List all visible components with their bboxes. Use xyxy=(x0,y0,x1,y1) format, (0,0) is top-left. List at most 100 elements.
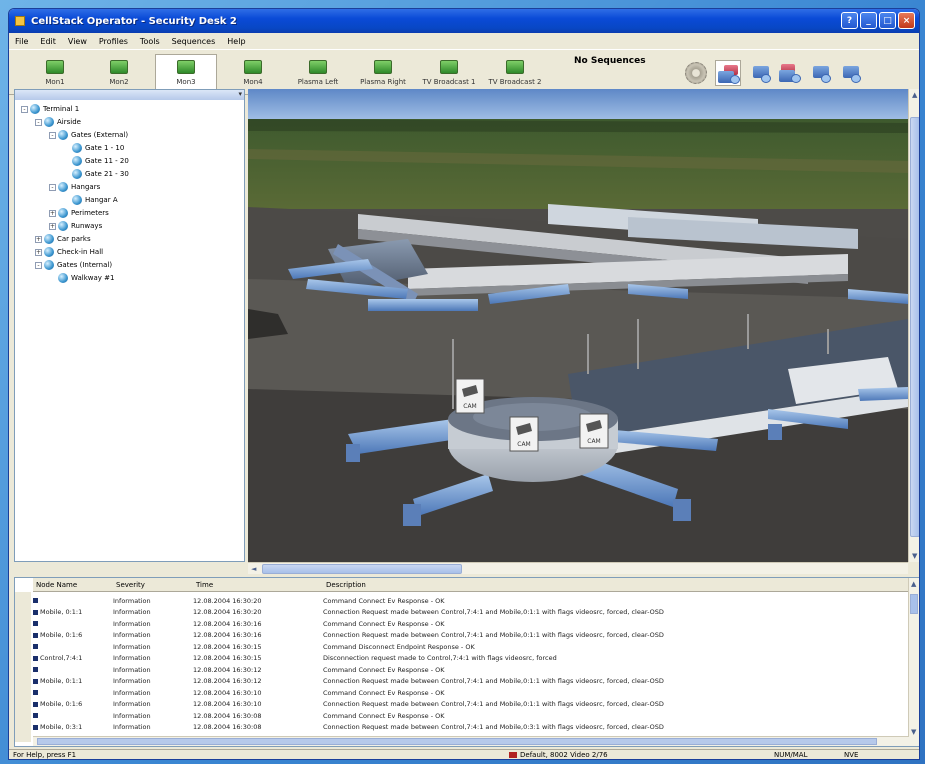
expand-icon[interactable]: + xyxy=(35,248,42,256)
log-row[interactable]: Mobile, 0:3:1 Information 12.08.2004 16:30… xyxy=(33,722,913,733)
monitor-button-mon4[interactable]: Mon4 xyxy=(223,54,283,92)
collapse-icon[interactable]: - xyxy=(35,261,42,269)
monitor-button-plasma-right[interactable]: Plasma Right xyxy=(351,54,415,92)
scroll-left-arrow-icon[interactable]: ◄ xyxy=(251,565,256,573)
tree-node[interactable]: + Perimeters xyxy=(49,208,109,218)
log-row[interactable]: Information 12.08.2004 16:30:10 Command Co… xyxy=(33,687,913,698)
column-header-node[interactable]: Node Name xyxy=(33,581,113,589)
log-row[interactable]: Mobile, 0:1:1 Information 12.08.2004 16:30… xyxy=(33,676,913,687)
camera-marker-2[interactable]: CAM xyxy=(509,416,539,452)
expand-icon[interactable]: + xyxy=(49,209,56,217)
column-header-time[interactable]: Time xyxy=(193,581,323,589)
title-bar[interactable]: CellStack Operator - Security Desk 2 ? _… xyxy=(9,9,919,33)
log-entry-icon xyxy=(33,701,38,707)
tree-node[interactable]: Gate 1 - 10 xyxy=(63,143,124,153)
menu-profiles[interactable]: Profiles xyxy=(99,37,128,46)
log-node xyxy=(33,644,113,649)
monitor-button-tv-broadcast-1[interactable]: TV Broadcast 1 xyxy=(417,54,481,92)
log-description: Command Connect Ev Response - OK xyxy=(323,711,445,720)
tree-node[interactable]: - Gates (External) xyxy=(49,130,128,140)
tree-node-label: Check-in Hall xyxy=(57,248,104,256)
tree-node-label: Airside xyxy=(57,118,81,126)
tree-node[interactable]: Gate 11 - 20 xyxy=(63,156,129,166)
tree-node[interactable]: + Car parks xyxy=(35,234,91,244)
camera-marker-3[interactable]: CAM xyxy=(579,413,609,449)
column-header-severity[interactable]: Severity xyxy=(113,581,193,589)
log-description: Connection Request made between Control,… xyxy=(323,631,664,639)
monitor-icon xyxy=(440,60,458,74)
collapse-icon[interactable]: - xyxy=(49,183,56,191)
menu-help[interactable]: Help xyxy=(227,37,245,46)
log-description: Disconnection request made to Control,7:… xyxy=(323,654,557,662)
log-row[interactable]: Mobile, 0:1:1 Information 12.08.2004 16:30… xyxy=(33,607,913,618)
log-row[interactable]: Mobile, 0:1:6 Information 12.08.2004 16:30… xyxy=(33,699,913,710)
log-row[interactable]: Information 12.08.2004 16:30:20 Command Co… xyxy=(33,595,913,606)
camera-marker-1[interactable]: CAM xyxy=(455,378,485,414)
column-header-description[interactable]: Description xyxy=(323,581,913,589)
airport-3d-view[interactable]: CAM CAM CAM xyxy=(248,89,908,562)
log-row[interactable]: Information 12.08.2004 16:30:16 Command Co… xyxy=(33,618,913,629)
menu-view[interactable]: View xyxy=(68,37,87,46)
log-node-text: Mobile, 0:1:6 xyxy=(40,700,83,708)
camera-tool-5-icon[interactable] xyxy=(837,60,863,86)
close-button[interactable]: × xyxy=(898,12,915,29)
view-horizontal-scrollbar[interactable]: ◄ xyxy=(248,562,908,574)
log-row[interactable]: Control,7:4:1 Information 12.08.2004 16:30… xyxy=(33,653,913,664)
camera-tool-1-icon[interactable] xyxy=(715,60,741,86)
view-vertical-scrollbar[interactable]: ▲ ▼ xyxy=(908,89,919,562)
tree-node[interactable]: + Check-in Hall xyxy=(35,247,103,257)
tree-node[interactable]: - Terminal 1 xyxy=(21,104,79,114)
monitor-button-mon3[interactable]: Mon3 xyxy=(155,54,217,92)
scroll-up-arrow-icon[interactable]: ▲ xyxy=(911,580,916,588)
tree-dropdown-icon[interactable]: ▾ xyxy=(238,90,242,98)
airport-3d-scene: CAM CAM CAM xyxy=(248,89,908,562)
scroll-thumb[interactable] xyxy=(37,738,877,745)
tree-node[interactable]: Walkway #1 xyxy=(49,273,114,283)
maximize-button[interactable]: □ xyxy=(879,12,896,29)
expand-icon[interactable]: + xyxy=(49,222,56,230)
minimize-button[interactable]: _ xyxy=(860,12,877,29)
scroll-thumb[interactable] xyxy=(910,594,918,614)
status-help-text: For Help, press F1 xyxy=(13,751,77,759)
log-description: Command Disconnect Endpoint Response - O… xyxy=(323,642,475,651)
help-button[interactable]: ? xyxy=(841,12,858,29)
tree-node[interactable]: Gate 21 - 30 xyxy=(63,169,129,179)
tree-node[interactable]: Hangar A xyxy=(63,195,118,205)
log-row[interactable]: Information 12.08.2004 16:30:08 Command Co… xyxy=(33,710,913,721)
tree-node[interactable]: - Hangars xyxy=(49,182,100,192)
log-vertical-scrollbar[interactable]: ▲ ▼ xyxy=(908,578,919,746)
log-side-strip xyxy=(15,592,31,742)
scroll-thumb[interactable] xyxy=(910,117,919,537)
menu-tools[interactable]: Tools xyxy=(140,37,160,46)
collapse-icon[interactable]: - xyxy=(35,118,42,126)
camera-tool-3-icon[interactable] xyxy=(777,60,803,86)
monitor-button-mon1[interactable]: Mon1 xyxy=(27,54,83,92)
monitor-button-plasma-left[interactable]: Plasma Left xyxy=(287,54,349,92)
scroll-down-arrow-icon[interactable]: ▼ xyxy=(911,728,916,736)
menu-file[interactable]: File xyxy=(15,37,28,46)
log-row[interactable]: Mobile, 0:1:6 Information 12.08.2004 16:30… xyxy=(33,630,913,641)
menu-edit[interactable]: Edit xyxy=(40,37,56,46)
expand-icon[interactable]: + xyxy=(35,235,42,243)
menu-sequences[interactable]: Sequences xyxy=(172,37,216,46)
log-horizontal-scrollbar[interactable] xyxy=(33,736,909,746)
log-row[interactable]: Information 12.08.2004 16:30:12 Command Co… xyxy=(33,664,913,675)
camera-tool-4-icon[interactable] xyxy=(807,60,833,86)
monitor-label: Plasma Right xyxy=(360,78,406,86)
log-time: 12.08.2004 16:30:08 xyxy=(193,723,262,731)
monitor-button-tv-broadcast-2[interactable]: TV Broadcast 2 xyxy=(483,54,547,92)
scroll-up-arrow-icon[interactable]: ▲ xyxy=(912,91,917,99)
monitor-button-mon2[interactable]: Mon2 xyxy=(91,54,147,92)
log-description: Command Connect Ev Response - OK xyxy=(323,619,445,628)
collapse-icon[interactable]: - xyxy=(49,131,56,139)
tree-node[interactable]: + Runways xyxy=(49,221,102,231)
settings-gear-icon[interactable] xyxy=(685,62,707,84)
log-row[interactable]: Information 12.08.2004 16:30:15 Command Di… xyxy=(33,641,913,652)
camera-tool-2-icon[interactable] xyxy=(747,60,773,86)
scroll-down-arrow-icon[interactable]: ▼ xyxy=(912,552,917,560)
tree-node[interactable]: - Gates (Internal) xyxy=(35,260,112,270)
collapse-icon[interactable]: - xyxy=(21,105,28,113)
tree-node[interactable]: - Airside xyxy=(35,117,81,127)
globe-icon xyxy=(44,234,54,244)
scroll-thumb[interactable] xyxy=(262,564,462,574)
